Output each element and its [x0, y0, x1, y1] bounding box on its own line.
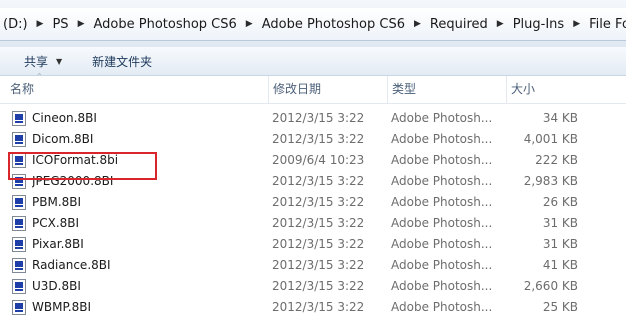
highlight-annotation-box	[8, 152, 157, 180]
photoshop-plugin-file-icon	[12, 195, 26, 210]
photoshop-plugin-file-icon	[12, 279, 26, 294]
breadcrumb-file-formats[interactable]: File Formats	[586, 17, 626, 32]
file-date: 2009/6/4 10:23	[272, 153, 365, 167]
file-date: 2012/3/15 3:22	[272, 216, 365, 230]
file-date: 2012/3/15 3:22	[272, 279, 365, 293]
file-type: Adobe Photosh...	[391, 279, 493, 293]
chevron-down-icon: ▼	[56, 56, 63, 66]
column-header-date[interactable]: 修改日期	[268, 76, 387, 103]
file-type: Adobe Photosh...	[391, 111, 493, 125]
file-type: Adobe Photosh...	[391, 132, 493, 146]
file-type: Adobe Photosh...	[391, 153, 493, 167]
file-date: 2012/3/15 3:22	[272, 300, 365, 314]
file-row[interactable]: Pixar.8BI 2012/3/15 3:22 Adobe Photosh..…	[0, 234, 626, 255]
file-size: 4,001 KB	[523, 132, 578, 146]
file-name: PBM.8BI	[32, 195, 82, 209]
file-name: Pixar.8BI	[32, 237, 84, 251]
file-date: 2012/3/15 3:22	[272, 258, 365, 272]
breadcrumb-ps[interactable]: PS	[49, 17, 71, 32]
breadcrumb-drive[interactable]: (D:)	[0, 17, 31, 32]
file-list: Cineon.8BI 2012/3/15 3:22 Adobe Photosh.…	[0, 108, 626, 318]
chevron-right-icon[interactable]: ▶	[567, 19, 586, 29]
file-date: 2012/3/15 3:22	[272, 132, 365, 146]
file-row[interactable]: PCX.8BI 2012/3/15 3:22 Adobe Photosh... …	[0, 213, 626, 234]
file-type: Adobe Photosh...	[391, 195, 493, 209]
chevron-right-icon[interactable]: ▶	[408, 19, 427, 29]
column-header-type[interactable]: 类型	[387, 76, 506, 103]
file-type: Adobe Photosh...	[391, 174, 493, 188]
file-size: 34 KB	[542, 111, 578, 125]
photoshop-plugin-file-icon	[12, 111, 26, 126]
file-row[interactable]: WBMP.8BI 2012/3/15 3:22 Adobe Photosh...…	[0, 297, 626, 318]
file-type: Adobe Photosh...	[391, 216, 493, 230]
file-size: 2,983 KB	[523, 174, 578, 188]
file-size: 31 KB	[542, 216, 578, 230]
photoshop-plugin-file-icon	[12, 300, 26, 315]
file-size: 222 KB	[535, 153, 578, 167]
file-name: WBMP.8BI	[32, 300, 92, 314]
file-size: 31 KB	[542, 237, 578, 251]
command-toolbar: 共享 ▼ 新建文件夹	[0, 47, 626, 76]
new-folder-label: 新建文件夹	[92, 54, 153, 69]
file-type: Adobe Photosh...	[391, 258, 493, 272]
breadcrumb[interactable]: (D:) ▶ PS ▶ Adobe Photoshop CS6 ▶ Adobe …	[0, 8, 626, 41]
file-type: Adobe Photosh...	[391, 300, 493, 314]
share-button[interactable]: 共享 ▼	[16, 50, 70, 72]
file-date: 2012/3/15 3:22	[272, 195, 365, 209]
column-header-size[interactable]: 大小	[506, 76, 626, 103]
file-size: 2,660 KB	[523, 279, 578, 293]
file-name: Dicom.8BI	[32, 132, 94, 146]
breadcrumb-adobe-photoshop-cs6-outer[interactable]: Adobe Photoshop CS6	[90, 17, 239, 32]
photoshop-plugin-file-icon	[12, 216, 26, 231]
file-row[interactable]: Cineon.8BI 2012/3/15 3:22 Adobe Photosh.…	[0, 108, 626, 129]
column-header-bar: ⌃ 名称 修改日期 类型 大小	[0, 72, 626, 104]
file-row[interactable]: PBM.8BI 2012/3/15 3:22 Adobe Photosh... …	[0, 192, 626, 213]
file-date: 2012/3/15 3:22	[272, 111, 365, 125]
file-date: 2012/3/15 3:22	[272, 174, 365, 188]
chevron-right-icon[interactable]: ▶	[72, 19, 91, 29]
photoshop-plugin-file-icon	[12, 258, 26, 273]
file-name: Cineon.8BI	[32, 111, 97, 125]
photoshop-plugin-file-icon	[12, 132, 26, 147]
file-row[interactable]: Radiance.8BI 2012/3/15 3:22 Adobe Photos…	[0, 255, 626, 276]
file-name: U3D.8BI	[32, 279, 81, 293]
file-size: 26 KB	[542, 195, 578, 209]
file-size: 25 KB	[542, 300, 578, 314]
chevron-right-icon[interactable]: ▶	[240, 19, 259, 29]
breadcrumb-plug-ins[interactable]: Plug-Ins	[510, 17, 567, 32]
breadcrumb-adobe-photoshop-cs6-inner[interactable]: Adobe Photoshop CS6	[259, 17, 408, 32]
share-label: 共享	[24, 54, 49, 69]
address-bar: (D:) ▶ PS ▶ Adobe Photoshop CS6 ▶ Adobe …	[0, 0, 626, 47]
chevron-right-icon[interactable]: ▶	[31, 19, 50, 29]
photoshop-plugin-file-icon	[12, 237, 26, 252]
new-folder-button[interactable]: 新建文件夹	[84, 50, 160, 72]
file-row[interactable]: Dicom.8BI 2012/3/15 3:22 Adobe Photosh..…	[0, 129, 626, 150]
breadcrumb-required[interactable]: Required	[427, 17, 491, 32]
file-size: 41 KB	[542, 258, 578, 272]
file-date: 2012/3/15 3:22	[272, 237, 365, 251]
file-name: PCX.8BI	[32, 216, 80, 230]
file-name: Radiance.8BI	[32, 258, 111, 272]
file-row[interactable]: U3D.8BI 2012/3/15 3:22 Adobe Photosh... …	[0, 276, 626, 297]
column-header-name[interactable]: 名称	[6, 76, 268, 103]
file-type: Adobe Photosh...	[391, 237, 493, 251]
chevron-right-icon[interactable]: ▶	[491, 19, 510, 29]
